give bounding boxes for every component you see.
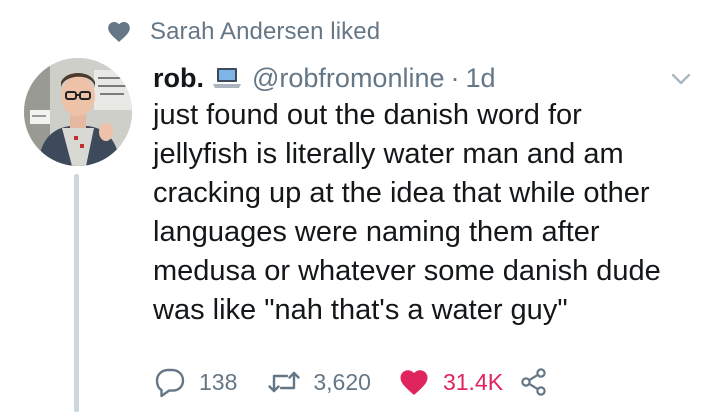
heart-icon: [108, 22, 130, 42]
share-icon: [521, 368, 546, 396]
author-handle[interactable]: @robfromonline: [252, 63, 445, 94]
like-button[interactable]: 31.4K: [397, 365, 503, 399]
reply-count: 138: [199, 368, 238, 395]
thread-line: [74, 174, 79, 412]
tweet-timestamp[interactable]: 1d: [466, 63, 496, 94]
laptop-icon: [213, 68, 241, 88]
tweet-text: just found out the danish word for jelly…: [153, 99, 661, 326]
avatar[interactable]: [24, 58, 132, 166]
retweet-icon: [268, 371, 301, 393]
author-display-name[interactable]: rob.: [153, 63, 204, 94]
liked-by-text: Sarah Andersen liked: [150, 18, 381, 45]
retweet-button[interactable]: 3,620: [267, 365, 371, 399]
like-count: 31.4K: [442, 368, 504, 395]
social-context: Sarah Andersen liked: [106, 16, 380, 48]
reply-icon: [155, 368, 185, 398]
chevron-down-icon[interactable]: [666, 64, 696, 94]
separator-dot: ·: [450, 62, 460, 93]
heart-filled-icon: [400, 370, 428, 395]
tweet-actions: 138 3,620 31.4K: [153, 362, 549, 402]
avatar-image: [24, 58, 132, 166]
retweet-count: 3,620: [313, 368, 371, 395]
share-button[interactable]: [519, 367, 549, 397]
reply-button[interactable]: 138: [153, 365, 237, 399]
tweet-header: rob. @robfromonline · 1d: [153, 58, 496, 98]
